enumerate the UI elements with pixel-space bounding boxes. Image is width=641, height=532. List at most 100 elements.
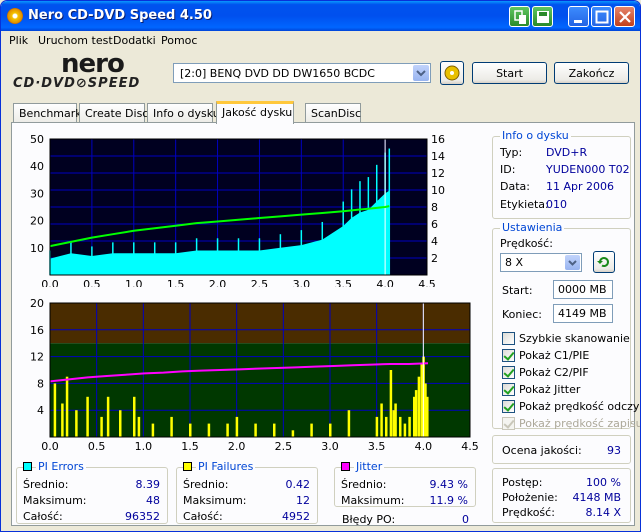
app-disc-icon	[7, 8, 23, 24]
refresh-icon	[597, 257, 609, 268]
checkbox-label-2: Pokaż C2/PIF	[519, 366, 589, 379]
disc-date-label: Data:	[500, 180, 530, 193]
y2-tick-label: 16	[431, 133, 445, 146]
pie-total-label: Całość:	[23, 510, 63, 523]
y-tick-label: 12	[30, 351, 44, 364]
y-tick-label: 8	[37, 377, 44, 390]
pi-failures-bar	[414, 390, 418, 437]
tab-disc-info[interactable]: Info o dysku	[147, 103, 220, 123]
settings-title: Ustawienia	[500, 221, 565, 234]
pi-failures-bar	[137, 416, 141, 437]
pif-avg-label: Średnio:	[183, 478, 229, 491]
disc-id-value: YUDEN000 T02	[546, 163, 630, 176]
speed-select[interactable]: 8 X	[500, 253, 582, 272]
speed-readout-value: 8.14 X	[585, 506, 621, 519]
tab-benchmark[interactable]: Benchmark	[13, 103, 82, 123]
x-tick-label: 0.0	[41, 278, 59, 287]
title-bar[interactable]: Nero CD-DVD Speed 4.50	[1, 1, 640, 31]
close-app-button[interactable]: Zakończ	[554, 62, 629, 84]
tab-create-disc[interactable]: Create Disc	[79, 103, 148, 123]
checkbox-3[interactable]	[502, 383, 515, 396]
pie-total-value: 96352	[125, 510, 160, 523]
eject-button[interactable]	[440, 61, 464, 85]
pi-failures-bar	[65, 376, 69, 437]
pi-failures-bar	[291, 430, 295, 437]
pif-max-label: Maksimum:	[183, 494, 247, 507]
pi-failures-chart: 4 8 12 16 20 0.0 0.5 1.0 1.5 2.0 2.5 3.0 3.5 4.0 4.5	[30, 297, 479, 451]
progress-value: 100 %	[586, 476, 621, 489]
pi-failures-bar	[399, 416, 402, 437]
menu-pomoc[interactable]: Pomoc	[161, 34, 197, 47]
pi-failures-bar	[170, 416, 173, 437]
jitter-avg-value: 9.43 %	[429, 478, 468, 491]
chevron-down-icon[interactable]	[565, 255, 580, 270]
pi-failures-bar	[329, 423, 332, 437]
y2-tick-label: 2	[431, 252, 438, 265]
minimize-icon[interactable]	[568, 6, 589, 27]
ok-band	[50, 343, 470, 437]
pi-failures-bar	[207, 423, 211, 437]
x-tick-label: 2.5	[251, 278, 269, 287]
disc-type-label: Typ:	[500, 146, 523, 159]
pi-failures-bar	[235, 416, 239, 437]
pi-failures-bar	[417, 376, 421, 437]
pi-failures-bar	[389, 370, 393, 437]
menu-plik[interactable]: Plik	[9, 34, 28, 47]
start-label: Start:	[502, 284, 533, 297]
menu-dodatki[interactable]: Dodatki	[113, 34, 156, 47]
refresh-button[interactable]	[593, 251, 615, 273]
y-tick-label: 16	[30, 324, 44, 337]
checkbox-1[interactable]	[502, 349, 515, 362]
tab-disc-quality[interactable]: Jakość dysku	[216, 101, 294, 124]
pi-failures-bar	[254, 423, 257, 437]
start-field[interactable]: 0000 MB	[553, 280, 613, 299]
position-label: Położenie:	[502, 491, 558, 504]
checkbox-0[interactable]	[502, 332, 515, 345]
jitter-max-label: Maksimum:	[341, 494, 405, 507]
maximize-icon[interactable]	[591, 6, 612, 27]
quality-panel: 10 20 30 40 50 2 4 6 8 10 12 14 16 0.0 0.5 1.0 1.5 2.0 2.5…	[11, 122, 640, 526]
tab-scandisc[interactable]: ScanDisc	[305, 103, 361, 123]
start-button[interactable]: Start	[472, 62, 547, 84]
close-icon[interactable]	[614, 6, 635, 27]
menu-uruchom-test[interactable]: Uruchom test	[38, 34, 113, 47]
checkbox-label-5: Pokaż prędkość zapisu	[519, 417, 641, 430]
checkbox-label-1: Pokaż C1/PIE	[519, 349, 590, 362]
pi-failures-bar	[375, 416, 379, 437]
jitter-max-value: 11.9 %	[429, 494, 468, 507]
po-errors-label: Błędy PO:	[342, 513, 396, 526]
window-title: Nero CD-DVD Speed 4.50	[28, 8, 212, 23]
pi-failures-swatch	[183, 462, 192, 471]
pi-failures-bar	[385, 416, 388, 437]
save-icon[interactable]	[532, 6, 553, 27]
disc-date-value: 11 Apr 2006	[546, 180, 615, 193]
pi-failures-bar	[408, 416, 411, 437]
y-tick-label: 20	[30, 215, 44, 228]
x-tick-label: 4.5	[418, 278, 436, 287]
disc-label-label: Etykieta:	[500, 198, 549, 211]
chevron-down-icon[interactable]	[413, 65, 429, 81]
jitter-title: Jitter	[354, 460, 385, 473]
y2-tick-label: 10	[431, 184, 445, 197]
jitter-stats: Jitter Średnio: 9.43 % Maksimum: 11.9 %	[334, 460, 476, 507]
pi-failures-bar	[100, 416, 103, 437]
checkbox-5[interactable]	[502, 417, 515, 430]
checkbox-4[interactable]	[502, 400, 515, 413]
x-tick-label: 2.5	[275, 440, 293, 451]
jitter-swatch	[341, 462, 350, 471]
x-tick-label: 2.0	[228, 440, 246, 451]
drive-select[interactable]: [2:0] BENQ DVD DD DW1650 BCDC	[173, 63, 431, 83]
main-window: Nero CD-DVD Speed 4.50 Plik Uruchom test…	[0, 0, 641, 532]
end-field[interactable]: 4149 MB	[553, 304, 613, 323]
y-tick-label: 50	[30, 133, 44, 146]
copy-icon[interactable]	[509, 6, 530, 27]
speed-select-value: 8 X	[505, 256, 524, 269]
x-tick-label: 3.5	[334, 278, 352, 287]
pif-total-value: 4952	[282, 510, 310, 523]
pif-max-value: 12	[296, 494, 310, 507]
logo-brand: nero	[61, 49, 125, 79]
disc-type-value: DVD+R	[546, 146, 588, 159]
x-tick-label: 1.0	[135, 440, 153, 451]
x-tick-label: 1.5	[181, 440, 199, 451]
checkbox-2[interactable]	[502, 366, 515, 379]
